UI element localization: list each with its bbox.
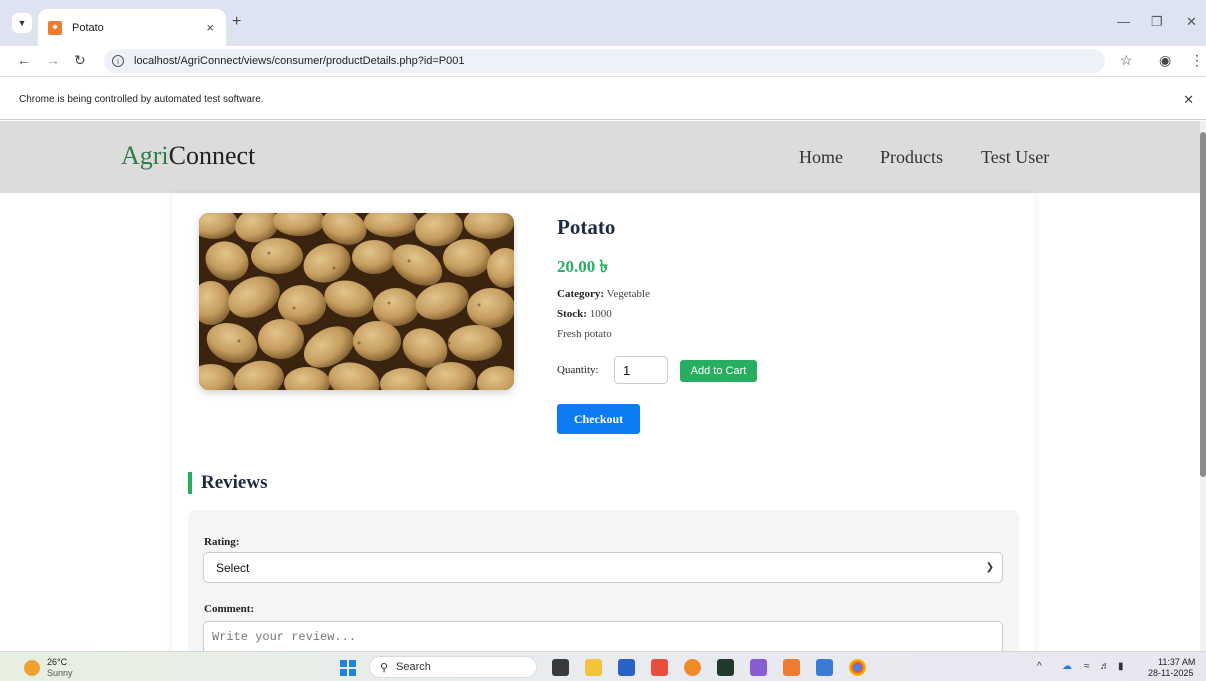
volume-icon[interactable]: ♬	[1100, 661, 1110, 672]
firefox-icon[interactable]	[684, 659, 701, 676]
app-icon[interactable]	[651, 659, 668, 676]
new-tab-icon[interactable]: +	[232, 13, 241, 31]
site-info-icon[interactable]: i	[112, 55, 124, 67]
scrollbar-thumb[interactable]	[1200, 132, 1206, 477]
product-description: Fresh potato	[557, 328, 612, 340]
comment-label: Comment:	[204, 603, 255, 615]
browser-tab-strip: ▼ ⌖ Potato × + — ❐ ✕	[0, 0, 1206, 46]
site-logo[interactable]: AgriConnect	[121, 141, 255, 171]
pycharm-icon[interactable]	[717, 659, 734, 676]
product-stock: Stock: 1000	[557, 308, 612, 320]
tab-search-chevron-icon[interactable]: ▼	[12, 13, 32, 33]
nav-home[interactable]: Home	[799, 147, 843, 168]
profile-icon[interactable]: ◉	[1159, 52, 1171, 69]
tab-title: Potato	[72, 21, 104, 34]
onedrive-icon[interactable]: ☁	[1062, 661, 1072, 672]
product-price: 20.00 ৳	[557, 257, 608, 276]
window-close-icon[interactable]: ✕	[1186, 14, 1197, 30]
workbench-icon[interactable]	[816, 659, 833, 676]
minimize-icon[interactable]: —	[1117, 14, 1130, 29]
product-card: Potato 20.00 ৳ Category: Vegetable Stock…	[172, 193, 1035, 651]
clock-date[interactable]: 28-11-2025	[1148, 668, 1193, 678]
windows-taskbar: 26°C Sunny ⚲ Search ^ ☁ ≈ ♬ ▮ 11:37 AM 2…	[0, 651, 1206, 681]
store-icon[interactable]	[618, 659, 635, 676]
clock-time[interactable]: 11:37 AM	[1158, 657, 1195, 667]
sun-icon[interactable]	[24, 660, 40, 676]
rating-selected-value: Select	[216, 560, 250, 575]
reviews-heading: Reviews	[188, 472, 267, 494]
xampp-favicon-icon: ⌖	[48, 20, 62, 35]
quantity-label: Quantity:	[557, 364, 599, 376]
rating-label: Rating:	[204, 536, 240, 548]
bookmark-star-icon[interactable]: ☆	[1120, 52, 1133, 69]
browser-tab[interactable]: ⌖ Potato ×	[38, 9, 226, 46]
quantity-input[interactable]	[614, 356, 668, 384]
browser-toolbar: ← → ↻ i localhost/AgriConnect/views/cons…	[0, 46, 1206, 76]
chrome-icon[interactable]	[849, 659, 866, 676]
file-explorer-icon[interactable]	[585, 659, 602, 676]
product-image	[199, 213, 514, 390]
infobar-close-icon[interactable]: ✕	[1183, 92, 1194, 108]
automation-infobar: Chrome is being controlled by automated …	[0, 76, 1206, 120]
chevron-up-icon[interactable]: ^	[1037, 661, 1042, 672]
add-to-cart-button[interactable]: Add to Cart	[680, 360, 757, 382]
review-form: Rating: Select ❯ Comment:	[188, 510, 1019, 651]
back-arrow-icon[interactable]: ←	[17, 52, 31, 68]
visual-studio-icon[interactable]	[750, 659, 767, 676]
windows-start-icon[interactable]	[340, 660, 356, 676]
rating-select[interactable]: Select ❯	[203, 552, 1003, 583]
infobar-message: Chrome is being controlled by automated …	[19, 94, 264, 105]
site-header: AgriConnect Home Products Test User	[0, 121, 1200, 193]
page-viewport: AgriConnect Home Products Test User Pota…	[0, 121, 1200, 651]
kebab-menu-icon[interactable]: ⋮	[1190, 52, 1204, 69]
checkout-button[interactable]: Checkout	[557, 404, 640, 434]
weather-temperature[interactable]: 26°C	[47, 657, 67, 667]
forward-arrow-icon[interactable]: →	[46, 52, 60, 68]
weather-description[interactable]: Sunny	[47, 668, 73, 678]
search-icon: ⚲	[380, 661, 389, 674]
product-category: Category: Vegetable	[557, 288, 650, 300]
taskbar-search[interactable]: ⚲ Search	[369, 656, 537, 678]
battery-icon[interactable]: ▮	[1118, 661, 1124, 672]
address-bar[interactable]: i localhost/AgriConnect/views/consumer/p…	[104, 49, 1105, 73]
task-view-icon[interactable]	[552, 659, 569, 676]
tab-close-icon[interactable]: ×	[206, 20, 214, 35]
potato-pile-image	[199, 213, 514, 390]
chevron-down-icon: ❯	[985, 562, 994, 573]
url-text[interactable]: localhost/AgriConnect/views/consumer/pro…	[134, 55, 465, 67]
product-name: Potato	[557, 215, 616, 239]
comment-textarea[interactable]	[203, 621, 1003, 651]
reload-icon[interactable]: ↻	[74, 52, 86, 69]
nav-user[interactable]: Test User	[981, 147, 1049, 168]
xampp-icon[interactable]	[783, 659, 800, 676]
wifi-icon[interactable]: ≈	[1084, 661, 1090, 672]
restore-icon[interactable]: ❐	[1151, 14, 1163, 30]
nav-products[interactable]: Products	[880, 147, 943, 168]
